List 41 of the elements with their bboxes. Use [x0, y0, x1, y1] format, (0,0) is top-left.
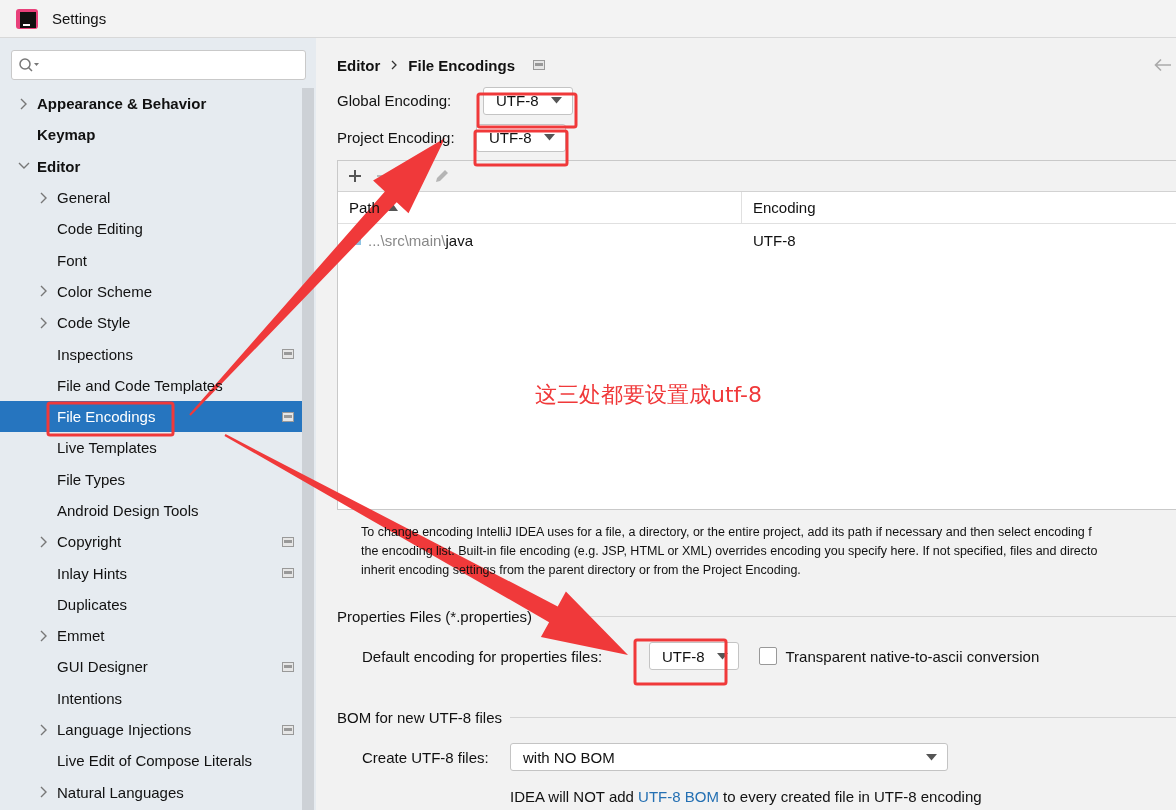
tree-item[interactable]: Live Templates: [0, 432, 302, 464]
tree-item[interactable]: Live Edit of Compose Literals: [0, 745, 302, 777]
annotation-note: 这三处都要设置成utf-8: [535, 381, 763, 409]
encoding-dropdown[interactable]: UTF-8: [649, 642, 739, 670]
tree-item[interactable]: Color Scheme: [0, 275, 302, 308]
tree-item[interactable]: Inspections: [0, 338, 302, 370]
column-header[interactable]: Encoding: [742, 192, 816, 223]
breadcrumb-item[interactable]: Editor: [337, 56, 381, 74]
tree-item[interactable]: Editor: [0, 150, 302, 182]
tree-item[interactable]: Code Style: [0, 307, 302, 339]
tree-item[interactable]: Language Injections: [0, 713, 302, 746]
checkbox-label[interactable]: Transparent native-to-ascii conversion: [785, 647, 1040, 665]
field-label: Project Encoding:: [337, 129, 456, 146]
tree-item[interactable]: Appearance & Behavior: [0, 88, 302, 120]
tree-item[interactable]: Natural Languages: [0, 776, 302, 808]
encoding-dropdown[interactable]: UTF-8: [483, 86, 573, 115]
encoding-cell: UTF-8: [753, 231, 796, 249]
tree-item[interactable]: File Types: [0, 463, 302, 495]
bom-link[interactable]: UTF-8 BOM: [638, 788, 719, 805]
tree-item[interactable]: Keymap: [0, 119, 302, 151]
bom-dropdown[interactable]: with NO BOM: [510, 743, 948, 771]
window-title: Settings: [52, 10, 107, 27]
tree-item[interactable]: File Encodings: [0, 400, 302, 433]
tree-item[interactable]: Copyright: [0, 526, 302, 558]
tree-item[interactable]: Inlay Hints: [0, 557, 302, 589]
tree-item[interactable]: Android Design Tools: [0, 494, 302, 527]
tree-item[interactable]: General: [0, 181, 302, 214]
bom-note: IDEA will NOT add UTF-8 BOM to every created file in UTF-8 encoding: [510, 788, 982, 805]
tree-item[interactable]: Intentions: [0, 682, 302, 714]
tree-item[interactable]: Code Editing: [0, 213, 302, 245]
field-label: Global Encoding:: [337, 92, 453, 109]
tree-item[interactable]: Duplicates: [0, 588, 302, 621]
tree-item[interactable]: Font: [0, 244, 302, 276]
field-label: Create UTF-8 files:: [362, 748, 490, 766]
section-title: BOM for new UTF-8 files: [337, 709, 503, 726]
tree-item[interactable]: GUI Designer: [0, 651, 302, 683]
section-title: Properties Files (*.properties): [337, 608, 533, 625]
breadcrumb-item[interactable]: File Encodings: [408, 56, 516, 74]
path-cell: ...\src\main\java: [368, 231, 474, 249]
field-label: Default encoding for properties files:: [362, 647, 604, 665]
tree-item[interactable]: Emmet: [0, 620, 302, 652]
